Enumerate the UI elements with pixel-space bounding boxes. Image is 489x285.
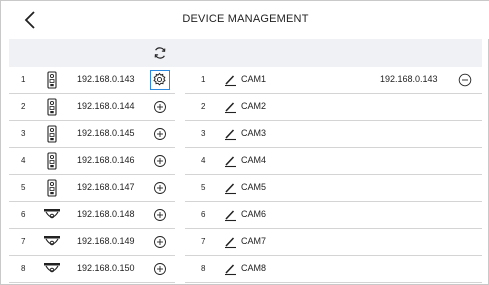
row-number: 8 — [21, 264, 26, 273]
camera-row: 1 CAM1 192.168.0.143 — [185, 67, 482, 94]
camera-row: 2 CAM2 — [185, 94, 482, 121]
remove-icon[interactable] — [457, 72, 473, 88]
row-number: 2 — [201, 102, 206, 111]
camera-row: 5 CAM5 — [185, 175, 482, 202]
dome-camera-icon — [42, 206, 62, 224]
edit-icon[interactable] — [223, 154, 237, 168]
row-number: 8 — [201, 264, 206, 273]
row-number: 2 — [21, 102, 26, 111]
edit-icon[interactable] — [223, 127, 237, 141]
page-title: DEVICE MANAGEMENT — [182, 13, 309, 25]
ip-address: 192.168.0.150 — [77, 263, 135, 273]
camera-row: 4 CAM4 — [185, 148, 482, 175]
edit-icon[interactable] — [223, 73, 237, 87]
ip-address: 192.168.0.149 — [77, 236, 135, 246]
ip-address: 192.168.0.146 — [77, 155, 135, 165]
camera-ip: 192.168.0.143 — [380, 74, 438, 84]
settings-icon[interactable] — [150, 70, 170, 90]
edit-icon[interactable] — [223, 100, 237, 114]
row-number: 3 — [21, 129, 26, 138]
row-number: 3 — [201, 129, 206, 138]
camera-name: CAM5 — [241, 182, 267, 192]
camera-name: CAM4 — [241, 155, 267, 165]
add-icon[interactable] — [151, 179, 169, 197]
row-number: 6 — [21, 210, 26, 219]
device-row: 7 192.168.0.149 — [9, 229, 175, 256]
ip-address: 192.168.0.145 — [77, 128, 135, 138]
door-station-icon — [42, 125, 62, 143]
header: DEVICE MANAGEMENT — [1, 1, 489, 39]
device-row: 3 192.168.0.145 — [9, 121, 175, 148]
device-row: 8 192.168.0.150 — [9, 256, 175, 283]
add-icon[interactable] — [151, 233, 169, 251]
edit-icon[interactable] — [223, 208, 237, 222]
door-station-icon — [42, 179, 62, 197]
row-number: 5 — [21, 183, 26, 192]
camera-name: CAM3 — [241, 128, 267, 138]
device-row: 6 192.168.0.148 — [9, 202, 175, 229]
device-list: 1 192.168.0.143 2 192.168.0.144 3 192.168.0.1… — [9, 67, 175, 283]
camera-name: CAM8 — [241, 263, 267, 273]
refresh-icon[interactable] — [153, 46, 167, 60]
camera-row: 6 CAM6 — [185, 202, 482, 229]
add-icon[interactable] — [151, 98, 169, 116]
camera-row: 3 CAM3 — [185, 121, 482, 148]
camera-name: CAM1 — [241, 74, 267, 84]
ip-address: 192.168.0.148 — [77, 209, 135, 219]
ip-address: 192.168.0.147 — [77, 182, 135, 192]
dome-camera-icon — [42, 233, 62, 251]
row-number: 4 — [21, 156, 26, 165]
edit-icon[interactable] — [223, 262, 237, 276]
add-icon[interactable] — [151, 206, 169, 224]
edit-icon[interactable] — [223, 235, 237, 249]
add-icon[interactable] — [151, 152, 169, 170]
row-number: 1 — [201, 75, 206, 84]
camera-name: CAM6 — [241, 209, 267, 219]
ip-address: 192.168.0.143 — [77, 74, 135, 84]
device-row: 1 192.168.0.143 — [9, 67, 175, 94]
toolbar — [9, 39, 482, 67]
add-icon[interactable] — [151, 260, 169, 278]
camera-name: CAM2 — [241, 101, 267, 111]
row-number: 7 — [21, 237, 26, 246]
camera-row: 8 CAM8 — [185, 256, 482, 283]
device-management-screen: DEVICE MANAGEMENT 1 192.168.0.143 2 192.168… — [0, 0, 489, 285]
device-row: 4 192.168.0.146 — [9, 148, 175, 175]
door-station-icon — [42, 71, 62, 89]
device-row: 5 192.168.0.147 — [9, 175, 175, 202]
dome-camera-icon — [42, 260, 62, 278]
edit-icon[interactable] — [223, 181, 237, 195]
camera-name: CAM7 — [241, 236, 267, 246]
device-row: 2 192.168.0.144 — [9, 94, 175, 121]
camera-row: 7 CAM7 — [185, 229, 482, 256]
row-number: 5 — [201, 183, 206, 192]
ip-address: 192.168.0.144 — [77, 101, 135, 111]
row-number: 6 — [201, 210, 206, 219]
row-number: 7 — [201, 237, 206, 246]
door-station-icon — [42, 98, 62, 116]
row-number: 1 — [21, 75, 26, 84]
camera-list: 1 CAM1 192.168.0.143 2 CAM2 3 CAM3 4 CAM4 5 CAM5 6 C… — [185, 67, 482, 283]
door-station-icon — [42, 152, 62, 170]
row-number: 4 — [201, 156, 206, 165]
add-icon[interactable] — [151, 125, 169, 143]
